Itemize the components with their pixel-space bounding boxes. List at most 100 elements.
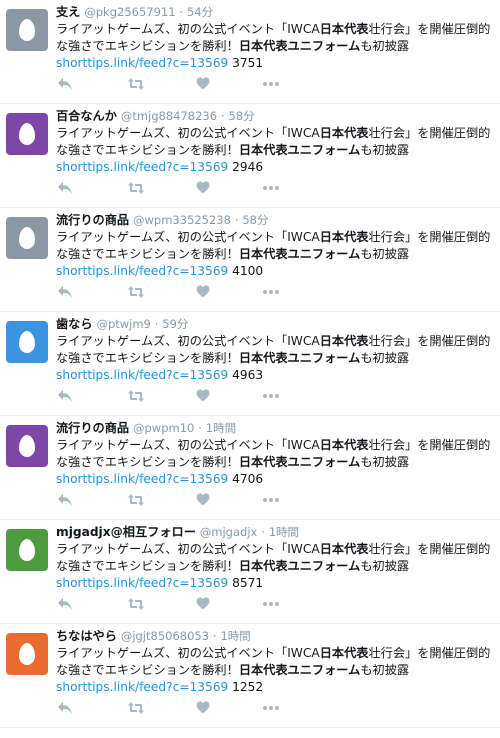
more-icon[interactable] [262,285,282,301]
reply-icon[interactable] [57,389,77,405]
egg-icon [19,331,35,353]
tweet-link[interactable]: shorttips.link/feed?c=13569 [56,56,228,70]
user-handle[interactable]: @tmjg88478236 [121,109,217,123]
user-handle[interactable]: @pkg25657911 [84,5,175,19]
display-name[interactable]: ちなはやら [56,629,117,643]
avatar[interactable] [6,633,48,675]
tweet-text: ライアットゲームズ、初の公式イベント「IWCA日本代表壮行会」を開催圧倒的な強さ… [56,542,491,573]
tweet-link[interactable]: shorttips.link/feed?c=13569 [56,472,228,486]
tweet-link[interactable]: shorttips.link/feed?c=13569 [56,576,228,590]
timestamp[interactable]: 1時間 [269,525,299,539]
tweet-link[interactable]: shorttips.link/feed?c=13569 [56,264,228,278]
user-handle[interactable]: @pwpm10 [133,421,194,435]
display-name[interactable]: mjgadjx@相互フォロー [56,525,196,539]
display-name[interactable]: 流行りの商品 [56,213,129,227]
reply-icon[interactable] [57,181,77,197]
retweet-icon[interactable] [127,77,147,93]
retweet-icon[interactable] [127,389,147,405]
heart-icon[interactable] [196,493,216,509]
tweet-number: 4706 [232,472,264,486]
display-name[interactable]: 歯なら [56,317,93,331]
avatar[interactable] [6,9,48,51]
tweet-link-line: shorttips.link/feed?c=13569 4706 [56,471,494,488]
tweet-number: 2946 [232,160,264,174]
tweet-header: 歯なら @ptwjm9 · 59分 [56,316,494,333]
tweet-text: ライアットゲームズ、初の公式イベント「IWCA日本代表壮行会」を開催圧倒的な強さ… [56,22,491,53]
timestamp[interactable]: 1時間 [206,421,236,435]
user-handle[interactable]: @wpm33525238 [133,213,231,227]
tweet-link-line: shorttips.link/feed?c=13569 4963 [56,367,494,384]
egg-icon [19,227,35,249]
user-handle[interactable]: @jgjt85068053 [121,629,209,643]
more-icon[interactable] [262,389,282,405]
egg-icon [19,539,35,561]
timestamp[interactable]: 58分 [228,109,254,123]
heart-icon[interactable] [196,285,216,301]
tweet[interactable]: 支え @pkg25657911 · 54分 ライアットゲームズ、初の公式イベント… [0,0,500,104]
reply-icon[interactable] [57,701,77,717]
more-icon[interactable] [262,701,282,717]
timestamp[interactable]: 54分 [187,5,213,19]
timestamp[interactable]: 59分 [162,317,188,331]
tweet-link[interactable]: shorttips.link/feed?c=13569 [56,368,228,382]
tweet[interactable]: ちなはやら @jgjt85068053 · 1時間 ライアットゲームズ、初の公式… [0,624,500,728]
display-name[interactable]: 流行りの商品 [56,421,129,435]
avatar[interactable] [6,321,48,363]
separator-dot: · [220,109,225,123]
more-icon[interactable] [262,181,282,197]
more-icon[interactable] [262,493,282,509]
separator-dot: · [261,525,265,539]
avatar[interactable] [6,113,48,155]
retweet-icon[interactable] [127,285,147,301]
tweet-actions [56,285,286,301]
tweet-number: 4963 [232,368,264,382]
heart-icon[interactable] [196,77,216,93]
display-name[interactable]: 支え [56,5,80,19]
heart-icon[interactable] [196,597,216,613]
avatar[interactable] [6,217,48,259]
avatar[interactable] [6,529,48,571]
retweet-icon[interactable] [127,493,147,509]
tweet-text: ライアットゲームズ、初の公式イベント「IWCA日本代表壮行会」を開催圧倒的な強さ… [56,334,491,365]
display-name[interactable]: 百合なんか [56,109,117,123]
reply-icon[interactable] [57,493,77,509]
avatar[interactable] [6,425,48,467]
egg-icon [19,435,35,457]
tweet-header: ちなはやら @jgjt85068053 · 1時間 [56,628,494,645]
tweet[interactable]: 流行りの商品 @wpm33525238 · 58分 ライアットゲームズ、初の公式… [0,208,500,312]
heart-icon[interactable] [196,389,216,405]
tweet[interactable]: mjgadjx@相互フォロー @mjgadjx · 1時間 ライアットゲームズ、… [0,520,500,624]
tweet[interactable]: 流行りの商品 @pwpm10 · 1時間 ライアットゲームズ、初の公式イベント「… [0,416,500,520]
tweet-link-line: shorttips.link/feed?c=13569 2946 [56,159,494,176]
egg-icon [19,123,35,145]
egg-icon [19,643,35,665]
tweet-link[interactable]: shorttips.link/feed?c=13569 [56,680,228,694]
retweet-icon[interactable] [127,597,147,613]
separator-dot: · [234,213,239,227]
timestamp[interactable]: 1時間 [220,629,250,643]
timestamp[interactable]: 58分 [242,213,268,227]
tweet[interactable]: 歯なら @ptwjm9 · 59分 ライアットゲームズ、初の公式イベント「IWC… [0,312,500,416]
tweet-link-line: shorttips.link/feed?c=13569 1252 [56,679,494,696]
user-handle[interactable]: @ptwjm9 [96,317,150,331]
egg-icon [19,19,35,41]
more-icon[interactable] [262,77,282,93]
reply-icon[interactable] [57,285,77,301]
tweet-header: 支え @pkg25657911 · 54分 [56,4,494,21]
tweet-header: 百合なんか @tmjg88478236 · 58分 [56,108,494,125]
heart-icon[interactable] [196,701,216,717]
tweet-text: ライアットゲームズ、初の公式イベント「IWCA日本代表壮行会」を開催圧倒的な強さ… [56,438,491,469]
heart-icon[interactable] [196,181,216,197]
retweet-icon[interactable] [127,181,147,197]
tweet-link-line: shorttips.link/feed?c=13569 4100 [56,263,494,280]
tweet-link-line: shorttips.link/feed?c=13569 8571 [56,575,494,592]
more-icon[interactable] [262,597,282,613]
tweet[interactable]: 百合なんか @tmjg88478236 · 58分 ライアットゲームズ、初の公式… [0,104,500,208]
user-handle[interactable]: @mjgadjx [200,525,258,539]
tweet-content: 支え @pkg25657911 · 54分 ライアットゲームズ、初の公式イベント… [56,4,494,72]
reply-icon[interactable] [57,597,77,613]
tweet-content: 流行りの商品 @wpm33525238 · 58分 ライアットゲームズ、初の公式… [56,212,494,280]
reply-icon[interactable] [57,77,77,93]
tweet-link[interactable]: shorttips.link/feed?c=13569 [56,160,228,174]
retweet-icon[interactable] [127,701,147,717]
